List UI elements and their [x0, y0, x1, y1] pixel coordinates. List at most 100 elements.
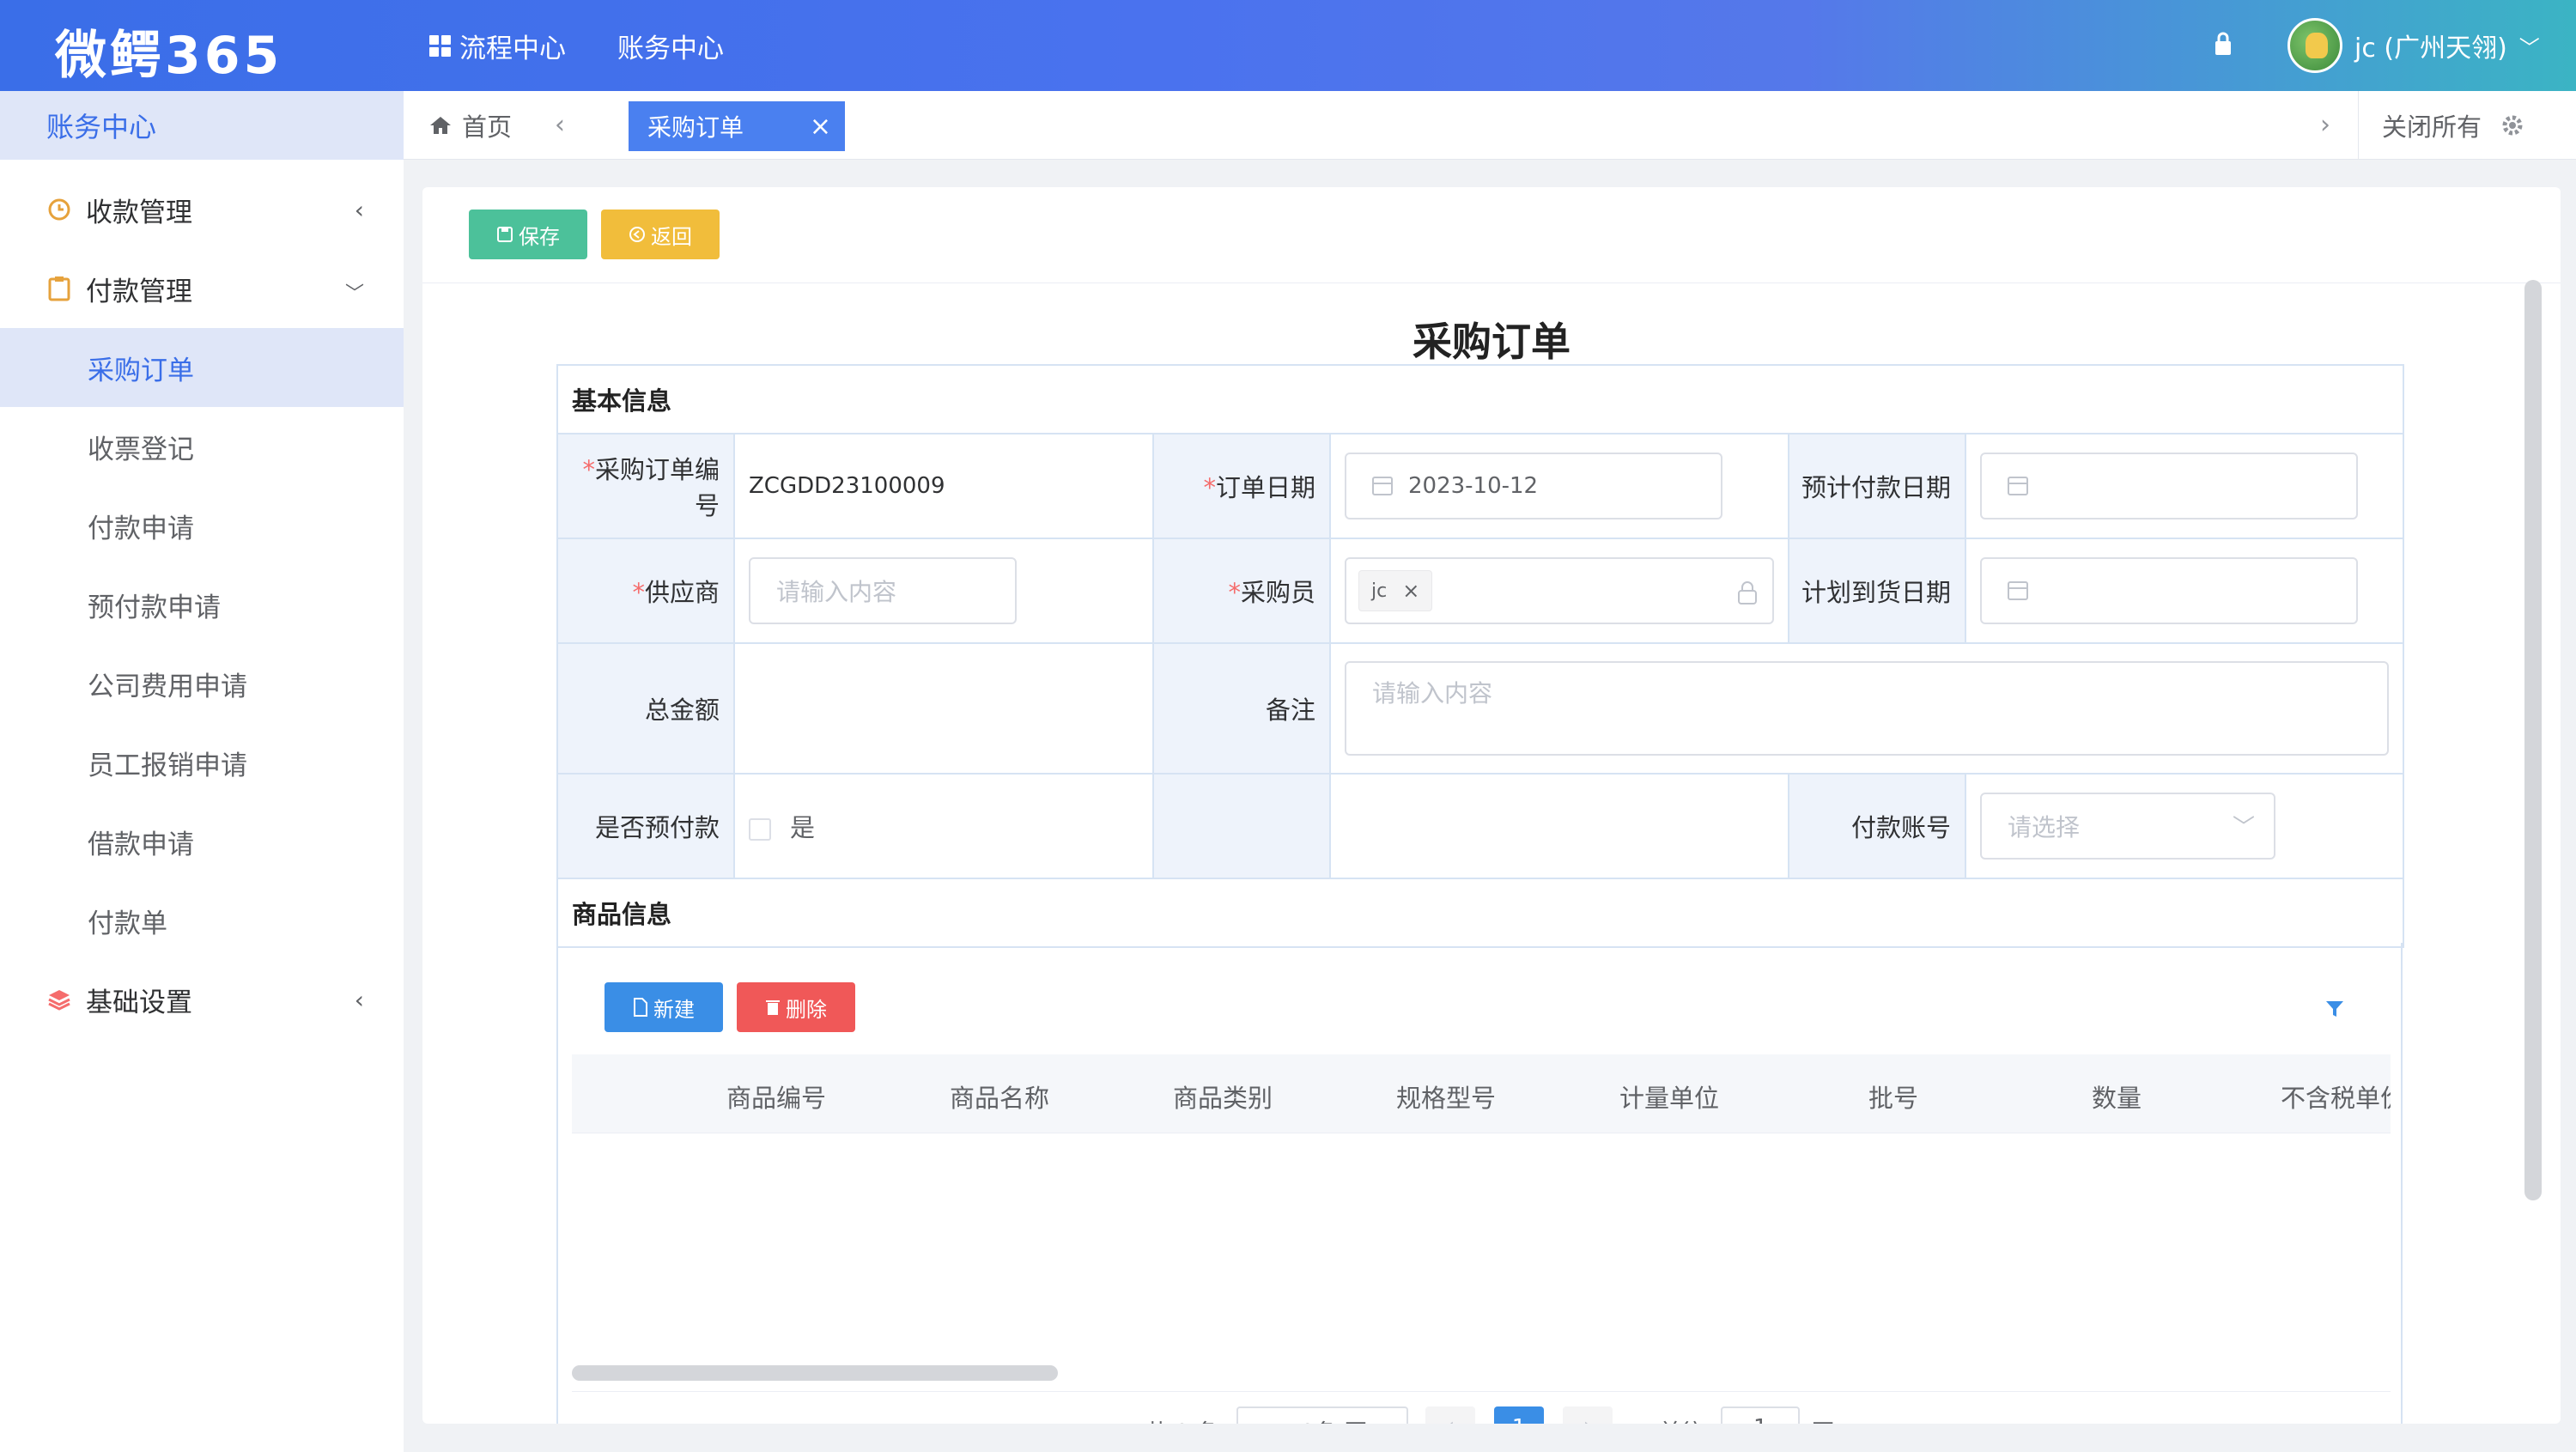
sidebar: 账务中心 收款管理 ‹ 付款管理 ﹀ 采购订单 收票登记 付款申请 预付款申请 …: [0, 91, 404, 1452]
clock-refresh-icon: [46, 197, 72, 222]
sidebar-item-loan-request[interactable]: 借款申请: [0, 802, 404, 881]
pagination: 共 0 条 10条/页 ‹ 1 › 前往 1 页: [558, 1406, 2404, 1424]
page-number-button[interactable]: 1: [1494, 1406, 1544, 1424]
horizontal-scrollbar[interactable]: [572, 1365, 1058, 1381]
sidebar-group-basic-settings[interactable]: 基础设置 ‹: [0, 960, 404, 1039]
page-size-select[interactable]: 10条/页: [1236, 1406, 1408, 1424]
user-menu[interactable]: jc (广州天翎) ﹀: [2287, 15, 2540, 76]
goto-suffix: 页: [1812, 1415, 1834, 1424]
total-value: [733, 642, 1154, 775]
column-header[interactable]: 计量单位: [1619, 1078, 1719, 1115]
sidebar-group-label: 付款管理: [86, 276, 192, 307]
delete-button[interactable]: 删除: [737, 982, 855, 1032]
empty-value: [1329, 773, 1789, 879]
expected-pay-date-field[interactable]: [1980, 453, 2358, 519]
calendar-icon: [2008, 581, 2028, 600]
prev-page-button[interactable]: ‹: [1425, 1406, 1475, 1424]
divider: [572, 1391, 2391, 1392]
next-page-button[interactable]: ›: [1563, 1406, 1613, 1424]
chevron-down-icon: ﹀: [2232, 815, 2255, 841]
supplier-placeholder: 请输入内容: [776, 578, 897, 606]
order-date-field[interactable]: 2023-10-12: [1345, 453, 1722, 519]
vertical-scrollbar[interactable]: [2524, 280, 2542, 1200]
sidebar-item-employee-reimbursement[interactable]: 员工报销申请: [0, 723, 404, 802]
goto-prefix: 前往: [1659, 1415, 1704, 1424]
sidebar-item-payment-slip[interactable]: 付款单: [0, 881, 404, 960]
tabs-bar: 首页 ‹ 采购订单 × › 关闭所有: [404, 91, 2576, 160]
tab-purchase-order[interactable]: 采购订单 ×: [629, 101, 845, 151]
prepay-checkbox[interactable]: [749, 818, 771, 841]
sidebar-group-payments[interactable]: 付款管理 ﹀: [0, 249, 404, 328]
buyer-label: *采购员: [1152, 538, 1331, 644]
supplier-input[interactable]: 请输入内容: [749, 557, 1017, 624]
home-icon: [430, 117, 451, 134]
file-icon: [634, 998, 647, 1017]
sidebar-group-receipts[interactable]: 收款管理 ‹: [0, 170, 404, 249]
lock-icon[interactable]: [2214, 31, 2233, 57]
sidebar-item-invoice-register[interactable]: 收票登记: [0, 407, 404, 486]
section-goods-info: 商品信息: [556, 878, 2405, 948]
column-header[interactable]: 不含税单价: [2281, 1078, 2391, 1115]
filter-icon[interactable]: [2325, 999, 2344, 1018]
trash-icon: [766, 1000, 780, 1015]
column-header[interactable]: 批号: [1868, 1078, 1918, 1115]
goods-table-header: 商品编号 商品名称 商品类别 规格型号 计量单位 批号 数量 不含税单价: [572, 1054, 2391, 1133]
sidebar-item-company-expense[interactable]: 公司费用申请: [0, 644, 404, 723]
top-nav: 流程中心 账务中心: [429, 0, 724, 91]
tab-label: 首页: [462, 112, 513, 142]
buyer-select[interactable]: jc ×: [1345, 557, 1774, 624]
nav-label: 流程中心: [459, 33, 566, 64]
nav-finance-center[interactable]: 账务中心: [617, 27, 724, 65]
pager-total: 共 0 条: [1145, 1415, 1218, 1424]
save-button[interactable]: 保存: [469, 210, 587, 259]
buyer-tag: jc ×: [1358, 570, 1433, 611]
tabs-scroll-left-icon[interactable]: ‹: [555, 110, 565, 140]
floppy-icon: [497, 227, 513, 242]
tabs-scroll-right-icon[interactable]: ›: [2320, 110, 2330, 140]
column-header[interactable]: 商品名称: [950, 1078, 1049, 1115]
form-toolbar: 保存 返回: [422, 187, 2561, 283]
goto-page-input[interactable]: 1: [1721, 1406, 1800, 1424]
back-button[interactable]: 返回: [601, 210, 720, 259]
calendar-icon: [2008, 477, 2028, 495]
sidebar-item-payment-request[interactable]: 付款申请: [0, 486, 404, 565]
tag-label: jc: [1371, 580, 1388, 602]
user-name: jc (广州天翎): [2354, 33, 2507, 64]
button-label: 返回: [651, 224, 692, 249]
close-all-button[interactable]: 关闭所有: [2382, 91, 2482, 160]
sidebar-item-purchase-order[interactable]: 采购订单: [0, 328, 404, 407]
layers-icon: [46, 987, 72, 1012]
planned-arrival-field[interactable]: [1980, 557, 2358, 624]
column-header[interactable]: 规格型号: [1396, 1078, 1496, 1115]
chevron-down-icon: ﹀: [2518, 35, 2540, 60]
app-logo[interactable]: 微鳄365: [55, 14, 283, 88]
calendar-icon: [1372, 477, 1393, 495]
button-label: 删除: [786, 997, 827, 1022]
close-icon[interactable]: ×: [810, 112, 831, 142]
pay-account-select[interactable]: 请选择 ﹀: [1980, 793, 2275, 860]
avatar: [2287, 18, 2342, 73]
supplier-label: *供应商: [556, 538, 735, 644]
page-size-value: 10条/页: [1286, 1415, 1367, 1424]
prepay-label: 是否预付款: [556, 773, 735, 879]
grid-icon: [429, 34, 451, 57]
chevron-down-icon: ﹀: [344, 283, 364, 305]
column-header[interactable]: 数量: [2092, 1078, 2142, 1115]
sidebar-group-label: 基础设置: [86, 987, 192, 1018]
remark-textarea[interactable]: 请输入内容: [1345, 661, 2390, 756]
tab-home[interactable]: 首页: [429, 91, 512, 160]
close-icon[interactable]: ×: [1402, 579, 1419, 603]
sidebar-title: 账务中心: [0, 91, 404, 160]
section-basic-info: 基本信息: [556, 364, 2405, 434]
back-circle-icon: [629, 227, 645, 242]
column-header[interactable]: 商品编号: [726, 1078, 826, 1115]
user-lock-icon: [1738, 581, 1757, 604]
chevron-left-icon: ‹: [354, 986, 364, 1014]
new-button[interactable]: 新建: [605, 982, 723, 1032]
order-no-value: ZCGDD23100009: [733, 433, 1154, 539]
order-date-value: 2023-10-12: [1408, 473, 1539, 499]
sidebar-item-prepayment-request[interactable]: 预付款申请: [0, 565, 404, 644]
gear-icon[interactable]: [2500, 113, 2524, 137]
column-header[interactable]: 商品类别: [1173, 1078, 1273, 1115]
nav-process-center[interactable]: 流程中心: [429, 27, 566, 65]
